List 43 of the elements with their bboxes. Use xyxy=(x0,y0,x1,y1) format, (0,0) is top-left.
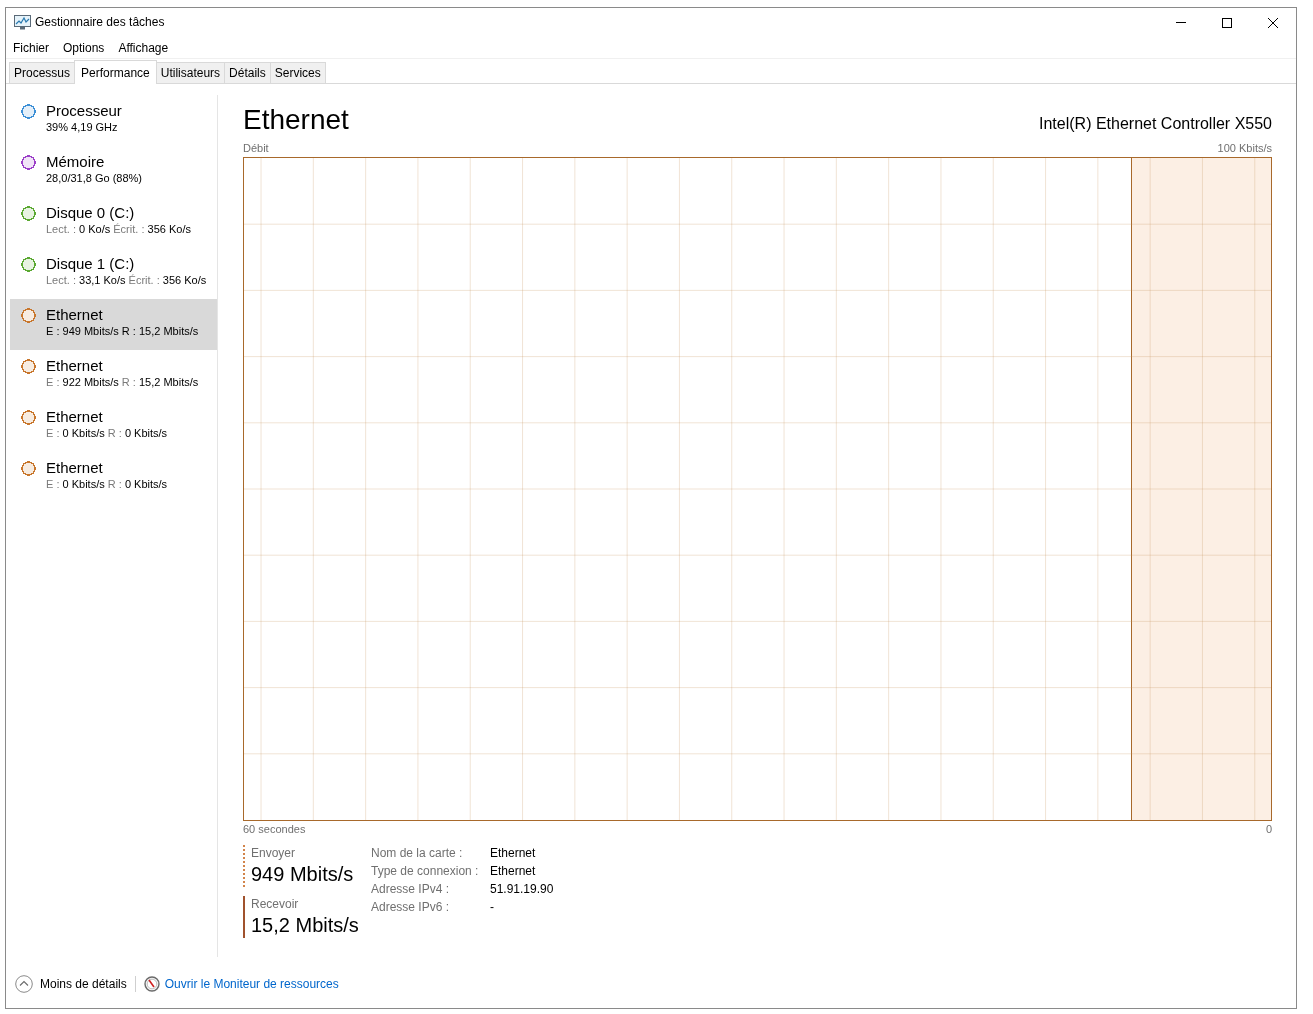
tab[interactable]: Processus xyxy=(9,62,76,83)
time-span-label: 60 secondes xyxy=(243,822,306,836)
window-title: Gestionnaire des tâches xyxy=(35,15,165,30)
property-label: Nom de la carte : xyxy=(371,845,464,862)
sidebar-item[interactable]: Ethernet E : 922 Mbits/s R : 15,2 Mbits/s xyxy=(10,350,217,401)
property-value: Ethernet xyxy=(490,863,537,880)
fewer-details-button[interactable]: Moins de détails xyxy=(15,975,127,993)
gauge-icon xyxy=(143,976,160,992)
property-value: Ethernet xyxy=(490,845,537,862)
tab[interactable]: Utilisateurs xyxy=(155,62,226,83)
menu-item[interactable]: Options xyxy=(56,39,112,56)
rate-label: Recevoir xyxy=(251,896,300,912)
graph-min-label: 0 xyxy=(1265,822,1272,836)
maximize-icon xyxy=(1222,17,1232,28)
sidebar-item[interactable]: Mémoire 28,0/31,8 Go (88%) xyxy=(10,146,217,197)
graph-max-label: 100 Kbits/s xyxy=(1217,141,1272,155)
menu-item[interactable]: Fichier xyxy=(6,39,56,56)
menu-item[interactable]: Affichage xyxy=(111,39,176,56)
minimize-icon xyxy=(1176,22,1186,23)
chevron-up-icon xyxy=(15,975,33,993)
property-value: 51.91.19.90 xyxy=(490,881,554,898)
rate-value: 15,2 Mbits/s xyxy=(251,913,360,938)
sidebar-item[interactable]: Ethernet E : 0 Kbits/s R : 0 Kbits/s xyxy=(10,401,217,452)
device-title: Ethernet xyxy=(243,103,349,137)
sidebar-item[interactable]: Ethernet E : 0 Kbits/s R : 0 Kbits/s xyxy=(10,452,217,503)
tab[interactable]: Détails xyxy=(224,62,271,83)
graph-label: Débit xyxy=(243,141,269,155)
rate-value: 949 Mbits/s xyxy=(251,862,355,887)
sidebar-item[interactable]: Ethernet E : 949 Mbits/s R : 15,2 Mbits/s xyxy=(10,299,217,350)
adapter-name: Intel(R) Ethernet Controller X550 xyxy=(1039,114,1272,134)
property-label: Type de connexion : xyxy=(371,863,480,880)
sidebar-item[interactable]: Disque 1 (C:) Lect. : 33,1 Ko/s Écrit. : 356 Ko/s xyxy=(10,248,217,299)
close-icon xyxy=(1268,17,1278,28)
monitor-graph-icon xyxy=(14,15,31,30)
rate-label: Envoyer xyxy=(251,845,297,861)
sidebar-item[interactable]: Disque 0 (C:) Lect. : 0 Ko/s Écrit. : 356 Ko/s xyxy=(10,197,217,248)
property-label: Adresse IPv6 : xyxy=(371,899,451,916)
tab[interactable]: Performance xyxy=(74,60,157,84)
property-label: Adresse IPv4 : xyxy=(371,881,451,898)
tab[interactable]: Services xyxy=(269,62,326,83)
sidebar-item[interactable]: Processeur 39% 4,19 GHz xyxy=(10,95,217,146)
property-value: - xyxy=(490,899,495,916)
resource-monitor-link[interactable]: Ouvrir le Moniteur de ressources xyxy=(143,976,339,992)
